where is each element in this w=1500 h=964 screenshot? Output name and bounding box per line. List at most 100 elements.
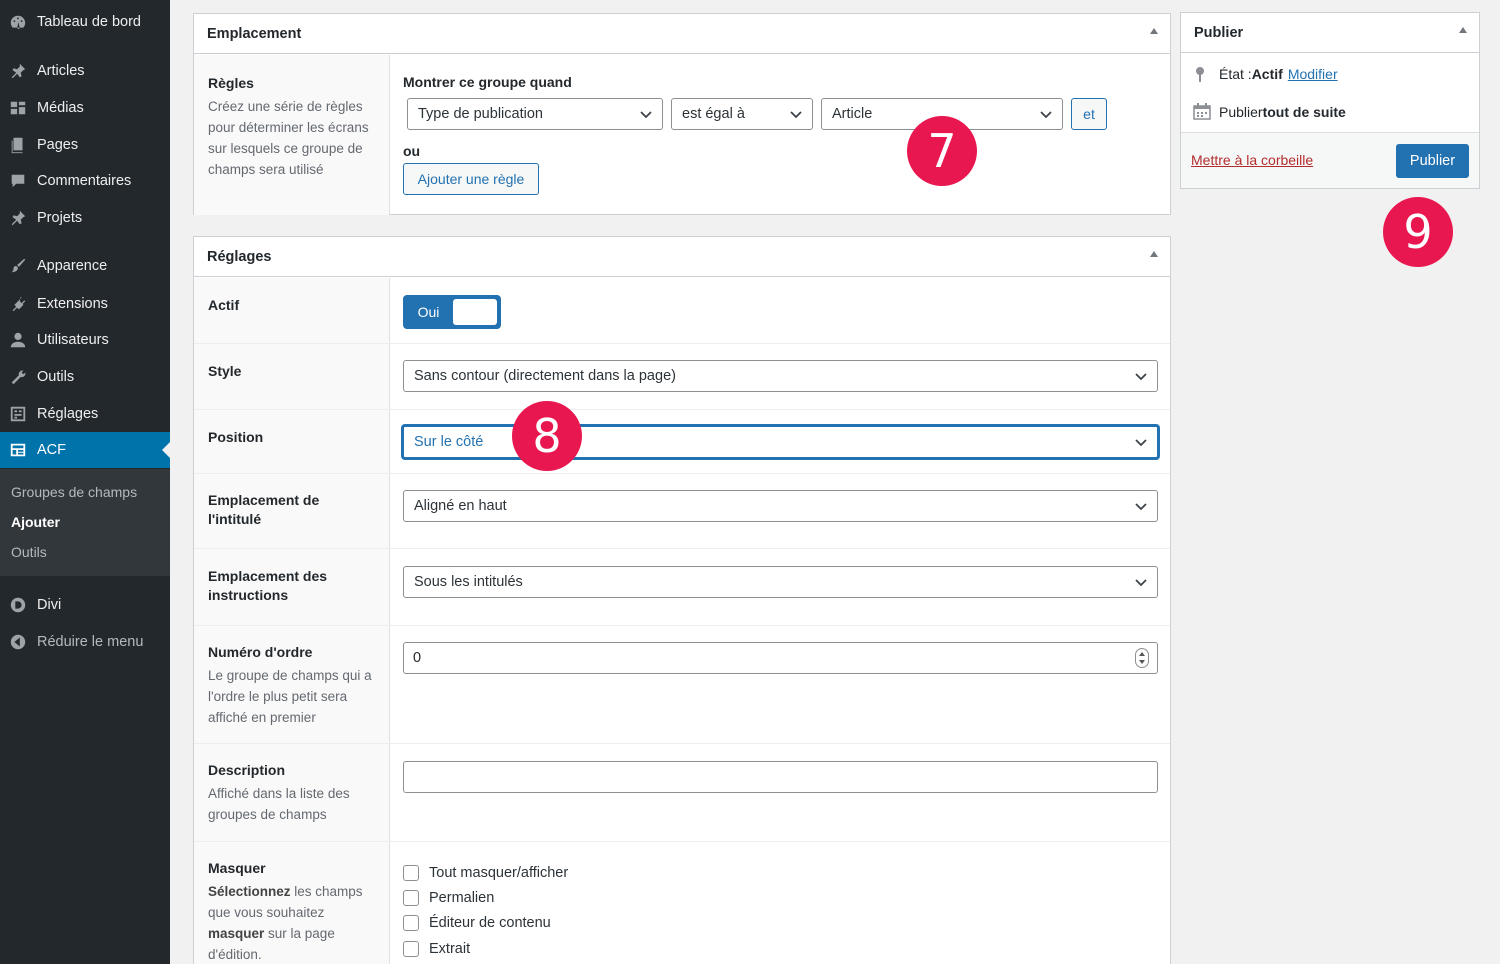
checkbox[interactable] xyxy=(403,890,419,906)
hide-option-excerpt[interactable]: Extrait xyxy=(403,941,470,957)
field-label: Règles xyxy=(208,75,254,91)
active-row: Actif Oui xyxy=(194,278,1170,344)
input-value: 0 xyxy=(413,650,422,666)
collapse-arrow-icon[interactable] xyxy=(1459,27,1467,33)
chevron-down-icon xyxy=(1135,579,1147,587)
label-placement-label-cell: Emplacement de l'intitulé xyxy=(194,474,390,548)
rule-param-select[interactable]: Type de publication xyxy=(407,98,663,130)
menu-extensions[interactable]: Extensions xyxy=(0,286,170,322)
submenu-field-groups[interactable]: Groupes de champs xyxy=(11,484,137,500)
field-label: Emplacement des instructions xyxy=(208,568,328,603)
order-row: Numéro d'ordre Le groupe de champs qui a… xyxy=(194,626,1170,744)
pages-icon xyxy=(8,135,28,155)
menu-users[interactable]: Utilisateurs xyxy=(0,322,170,358)
plugin-icon xyxy=(8,294,28,314)
position-row: Position Sur le côté xyxy=(194,410,1170,474)
select-value: est égal à xyxy=(682,106,745,122)
label-placement-select[interactable]: Aligné en haut xyxy=(403,490,1158,522)
menu-tools[interactable]: Outils xyxy=(0,359,170,395)
menu-projects[interactable]: Projets xyxy=(0,200,170,236)
number-spinner-icon[interactable] xyxy=(1135,648,1149,668)
menu-acf[interactable]: ACF xyxy=(0,432,170,468)
rules-row: Règles Créez une série de règles pour dé… xyxy=(194,55,1170,215)
hide-label-cell: Masquer Sélectionnez les champs que vous… xyxy=(194,842,390,964)
rule-operator-select[interactable]: est égal à xyxy=(671,98,813,130)
instruction-label-cell: Emplacement des instructions xyxy=(194,549,390,625)
rules-label-cell: Règles Créez une série de règles pour dé… xyxy=(194,55,390,215)
menu-divi[interactable]: Divi xyxy=(0,587,170,623)
trash-link[interactable]: Mettre à la corbeille xyxy=(1191,152,1313,168)
comments-icon xyxy=(8,171,28,191)
wrench-icon xyxy=(8,367,28,387)
style-label-cell: Style xyxy=(194,344,390,409)
menu-dashboard[interactable]: Tableau de bord xyxy=(0,4,170,40)
checkbox[interactable] xyxy=(403,915,419,931)
field-description: Affiché dans la liste des groupes de cha… xyxy=(208,786,350,822)
acf-icon xyxy=(8,440,28,460)
select-value: Sans contour (directement dans la page) xyxy=(414,368,676,384)
active-toggle[interactable]: Oui xyxy=(403,295,501,329)
menu-label: Projets xyxy=(37,210,83,226)
checkbox[interactable] xyxy=(403,941,419,957)
add-rule-button[interactable]: Ajouter une règle xyxy=(403,163,539,195)
submenu-tools[interactable]: Outils xyxy=(11,544,47,560)
users-icon xyxy=(8,330,28,350)
hide-option-toggle-all[interactable]: Tout masquer/afficher xyxy=(403,865,568,881)
status-edit-link[interactable]: Modifier xyxy=(1288,66,1338,82)
pin-status-icon xyxy=(1196,67,1204,82)
hide-option-content-editor[interactable]: Éditeur de contenu xyxy=(403,915,551,931)
chevron-down-icon xyxy=(1135,439,1147,447)
menu-label: Extensions xyxy=(37,296,108,312)
position-label-cell: Position xyxy=(194,410,390,473)
select-value: Sur le côté xyxy=(414,434,484,450)
toggle-knob xyxy=(453,299,497,325)
hide-option-permalink[interactable]: Permalien xyxy=(403,890,494,906)
select-value: Article xyxy=(832,106,873,122)
menu-label: Apparence xyxy=(37,258,108,274)
annotation-badge-7: 7 xyxy=(907,116,977,186)
description-label-cell: Description Affiché dans la liste des gr… xyxy=(194,744,390,841)
publish-button[interactable]: Publier xyxy=(1396,144,1469,178)
and-button[interactable]: et xyxy=(1071,98,1107,130)
schedule-value: tout de suite xyxy=(1262,103,1346,120)
menu-comments[interactable]: Commentaires xyxy=(0,163,170,199)
show-when-label: Montrer ce groupe quand xyxy=(403,74,572,90)
active-label-cell: Actif xyxy=(194,278,390,343)
collapse-arrow-icon[interactable] xyxy=(1150,251,1158,257)
menu-medias[interactable]: Médias xyxy=(0,90,170,126)
status-value: Actif xyxy=(1251,66,1283,82)
settings-header[interactable]: Réglages xyxy=(194,237,1170,277)
collapse-menu[interactable]: Réduire le menu xyxy=(0,624,170,660)
acf-submenu: Groupes de champs Ajouter Outils xyxy=(0,469,170,576)
field-label: Emplacement de l'intitulé xyxy=(208,492,320,527)
menu-label: Médias xyxy=(37,100,84,116)
checkbox-label: Tout masquer/afficher xyxy=(429,865,569,881)
menu-articles[interactable]: Articles xyxy=(0,53,170,89)
field-label: Numéro d'ordre xyxy=(208,644,313,660)
style-select[interactable]: Sans contour (directement dans la page) xyxy=(403,360,1158,392)
checkbox[interactable] xyxy=(403,865,419,881)
collapse-arrow-icon[interactable] xyxy=(1150,28,1158,34)
menu-label: Utilisateurs xyxy=(37,332,109,348)
menu-pages[interactable]: Pages xyxy=(0,127,170,163)
checkbox-label: Extrait xyxy=(429,941,471,957)
order-label-cell: Numéro d'ordre Le groupe de champs qui a… xyxy=(194,626,390,743)
description-input[interactable] xyxy=(403,761,1158,793)
field-label: Position xyxy=(208,429,264,445)
chevron-down-icon xyxy=(640,111,652,119)
instruction-placement-select[interactable]: Sous les intitulés xyxy=(403,566,1158,598)
toggle-on-label: Oui xyxy=(417,304,440,320)
field-description: Sélectionnez les champs que vous souhait… xyxy=(208,884,363,962)
menu-settings[interactable]: Réglages xyxy=(0,396,170,432)
location-header[interactable]: Emplacement xyxy=(194,14,1170,54)
publish-header[interactable]: Publier xyxy=(1181,13,1479,53)
status-line: État : Actif Modifier xyxy=(1193,66,1338,82)
field-label: Description xyxy=(208,762,286,778)
submenu-add[interactable]: Ajouter xyxy=(11,514,60,530)
order-input[interactable]: 0 xyxy=(403,642,1158,674)
menu-label: Commentaires xyxy=(37,173,132,189)
field-description: Le groupe de champs qui a l'ordre le plu… xyxy=(208,668,372,725)
menu-label: Tableau de bord xyxy=(37,14,141,30)
menu-appearance[interactable]: Apparence xyxy=(0,248,170,284)
menu-label: Réduire le menu xyxy=(37,634,144,650)
